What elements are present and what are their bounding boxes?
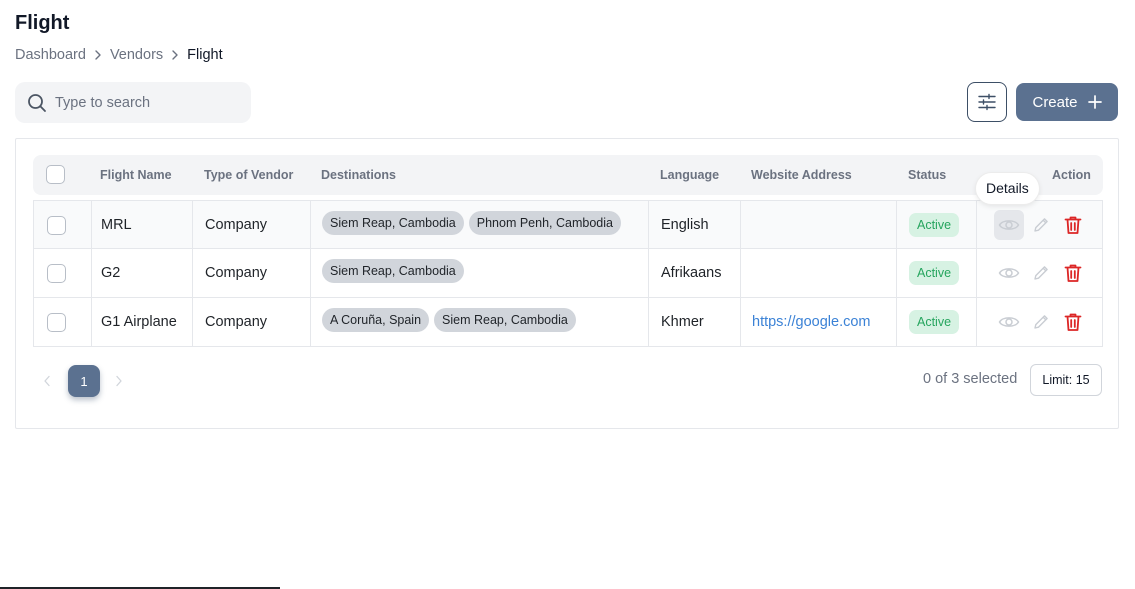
sliders-icon [978,93,996,111]
vendor-type-cell: Company [205,265,268,281]
create-button[interactable]: Create [1016,83,1118,121]
breadcrumb-item-dashboard[interactable]: Dashboard [15,47,86,63]
flight-name-cell: G1 Airplane [101,314,177,330]
pencil-icon [1034,218,1048,232]
eye-icon [998,220,1020,230]
status-cell: Active [909,201,960,249]
edit-button[interactable] [1026,210,1056,240]
header-type-of-vendor[interactable]: Type of Vendor [204,155,293,195]
website-link[interactable]: https://google.com [752,314,871,330]
search-box [15,82,251,123]
selected-count: 0 of 3 selected [923,371,1018,387]
breadcrumb-item-flight: Flight [187,47,223,63]
edit-button[interactable] [1026,258,1056,288]
page-1-button[interactable]: 1 [68,365,100,397]
eye-icon [998,268,1020,278]
status-cell: Active [909,249,960,297]
vendor-type-cell: Company [205,217,268,233]
status-badge: Active [909,261,960,285]
table-header: Flight Name Type of Vendor Destinations … [33,155,1103,195]
destinations-cell: A Coruña, Spain Siem Reap, Cambodia [322,298,581,346]
header-language[interactable]: Language [660,155,719,195]
delete-button[interactable] [1058,307,1088,337]
flight-name-cell: MRL [101,217,132,233]
breadcrumb: Dashboard Vendors Flight [15,47,223,63]
header-status[interactable]: Status [908,155,946,195]
language-cell: Afrikaans [661,265,722,281]
destinations-cell: Siem Reap, Cambodia [322,249,469,297]
destination-chip: Siem Reap, Cambodia [322,259,464,283]
status-badge: Active [909,310,960,334]
delete-button[interactable] [1058,210,1088,240]
chevron-right-icon [116,375,122,387]
chevron-right-icon [94,50,102,60]
plus-icon [1087,95,1102,109]
header-flight-name[interactable]: Flight Name [100,155,172,195]
limit-select[interactable]: Limit: 15 [1030,364,1102,396]
table-row[interactable]: G2 Company Siem Reap, Cambodia Afrikaans… [33,249,1103,298]
trash-icon [1064,216,1082,234]
create-button-label: Create [1032,93,1078,111]
chevron-left-icon [44,375,50,387]
destinations-cell: Siem Reap, Cambodia Phnom Penh, Cambodia [322,201,626,249]
pencil-icon [1034,266,1048,280]
page-title: Flight [15,12,70,34]
table-row[interactable]: G1 Airplane Company A Coruña, Spain Siem… [33,298,1103,347]
view-details-button[interactable] [994,210,1024,240]
row-checkbox[interactable] [47,216,66,235]
destination-chip: Phnom Penh, Cambodia [468,211,621,235]
next-page-button[interactable] [115,373,127,389]
header-action: Action [1052,168,1091,182]
language-cell: English [661,217,709,233]
flight-name-cell: G2 [101,265,121,281]
destination-chip: A Coruña, Spain [322,308,430,332]
details-tooltip: Details [976,173,1039,204]
status-cell: Active [909,298,960,346]
table-row[interactable]: MRL Company Siem Reap, Cambodia Phnom Pe… [33,200,1103,249]
breadcrumb-item-vendors[interactable]: Vendors [110,47,163,63]
row-checkbox[interactable] [47,313,66,332]
language-cell: Khmer [661,314,704,330]
destination-chip: Siem Reap, Cambodia [322,211,464,235]
search-input[interactable] [55,94,235,111]
search-icon [28,93,46,112]
row-checkbox[interactable] [47,264,66,283]
eye-icon [998,317,1020,327]
chevron-right-icon [171,50,179,60]
header-destinations[interactable]: Destinations [321,155,396,195]
select-all-checkbox[interactable] [46,165,65,184]
delete-button[interactable] [1058,258,1088,288]
destination-chip: Siem Reap, Cambodia [434,308,576,332]
filter-button[interactable] [967,82,1007,122]
page: Flight Dashboard Vendors Flight Create [0,0,1135,589]
status-badge: Active [909,213,960,237]
trash-icon [1064,264,1082,282]
pencil-icon [1034,315,1048,329]
website-cell: https://google.com [752,298,871,346]
vendor-type-cell: Company [205,314,268,330]
previous-page-button[interactable] [43,373,55,389]
vendors-table-card: Flight Name Type of Vendor Destinations … [15,138,1119,429]
trash-icon [1064,313,1082,331]
view-details-button[interactable] [994,258,1024,288]
header-website-address[interactable]: Website Address [751,155,852,195]
edit-button[interactable] [1026,307,1056,337]
view-details-button[interactable] [994,307,1024,337]
